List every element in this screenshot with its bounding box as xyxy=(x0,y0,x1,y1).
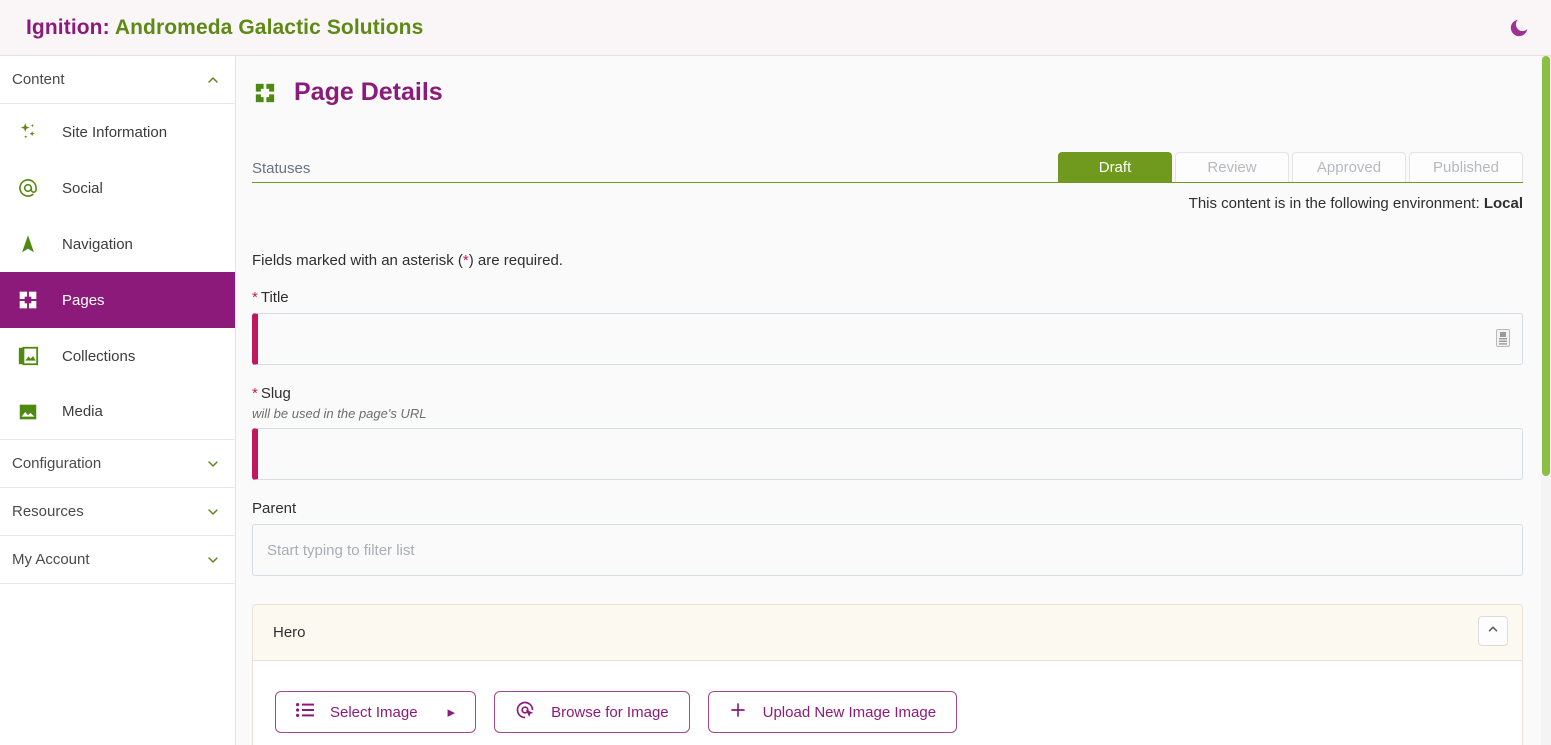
sidebar-group-label: My Account xyxy=(12,551,90,568)
parent-filter-input[interactable] xyxy=(253,525,1522,575)
hero-panel-header: Hero xyxy=(253,605,1522,661)
select-image-button[interactable]: Select Image ▸ xyxy=(275,691,477,733)
list-icon xyxy=(296,703,314,721)
sidebar-group-resources[interactable]: Resources xyxy=(0,488,235,536)
statuses-label: Statuses xyxy=(252,160,311,177)
hero-panel: Hero Select Image ▸ Browse for Image Upl… xyxy=(252,604,1523,745)
slug-input[interactable] xyxy=(258,429,1522,479)
page-title: Page Details xyxy=(294,78,443,106)
upload-new-image-label: Upload New Image Image xyxy=(762,703,937,721)
brand-site-name: Andromeda Galactic Solutions xyxy=(114,15,424,39)
page-scrollbar-thumb[interactable] xyxy=(1542,56,1550,476)
pages-icon xyxy=(12,286,44,314)
parent-input-wrapper xyxy=(252,524,1523,576)
moon-icon[interactable] xyxy=(1507,16,1531,40)
chevron-up-icon xyxy=(1486,622,1500,641)
sidebar-item-label: Pages xyxy=(62,291,105,309)
title-input[interactable] xyxy=(258,314,1522,364)
status-tab-draft[interactable]: Draft xyxy=(1058,152,1172,182)
text-entry-icon[interactable] xyxy=(1496,329,1512,349)
sidebar-item-media[interactable]: Media xyxy=(0,384,235,440)
sidebar-group-label: Configuration xyxy=(12,455,102,472)
browse-for-image-button[interactable]: Browse for Image xyxy=(494,691,690,733)
environment-name: Local xyxy=(1483,195,1523,212)
page-header: Page Details xyxy=(236,56,1545,107)
sidebar-item-pages[interactable]: Pages xyxy=(0,272,235,328)
slug-input-wrapper xyxy=(252,428,1523,480)
status-tab-review[interactable]: Review xyxy=(1175,152,1289,182)
hero-panel-body: Select Image ▸ Browse for Image Upload N… xyxy=(253,661,1522,745)
chevron-down-icon xyxy=(205,504,221,520)
browse-for-image-label: Browse for Image xyxy=(551,703,669,721)
sidebar-item-label: Social xyxy=(62,179,103,197)
target-cursor-icon xyxy=(515,700,535,724)
sidebar-item-label: Media xyxy=(62,403,103,420)
upload-new-image-button[interactable]: Upload New Image Image xyxy=(707,691,958,733)
sidebar-item-social[interactable]: Social xyxy=(0,160,235,216)
select-image-label: Select Image xyxy=(330,703,418,721)
environment-note: This content is in the following environ… xyxy=(236,195,1523,212)
hero-panel-collapse-button[interactable] xyxy=(1478,616,1508,646)
sidebar-item-navigation[interactable]: Navigation xyxy=(0,216,235,272)
field-slug-hint: will be used in the page's URL xyxy=(252,406,427,421)
field-label-text: Title xyxy=(260,289,289,306)
sidebar-group-my-account[interactable]: My Account xyxy=(0,536,235,584)
field-parent: Parent xyxy=(252,500,1523,576)
required-asterisk: * xyxy=(252,385,258,402)
brand-app-name: Ignition: xyxy=(26,15,110,39)
title-input-wrapper xyxy=(252,313,1523,365)
sidebar-group-label: Content xyxy=(12,71,65,88)
field-title: * Title xyxy=(252,289,1523,365)
page-details-form: Fields marked with an asterisk ( * ) are r… xyxy=(236,212,1545,576)
chevron-up-icon xyxy=(205,72,221,88)
sidebar-group-configuration[interactable]: Configuration xyxy=(0,440,235,488)
field-title-label: * Title xyxy=(252,289,1523,306)
sidebar-item-label: Collections xyxy=(62,347,136,365)
navigation-arrow-icon xyxy=(12,230,44,258)
chevron-down-icon xyxy=(205,456,221,472)
required-note-after: ) are required. xyxy=(468,252,563,269)
top-bar: Ignition: Andromeda Galactic Solutions xyxy=(0,0,1551,56)
sidebar-item-label: Site Information xyxy=(62,123,168,141)
sidebar-group-content[interactable]: Content xyxy=(0,56,235,104)
plus-icon xyxy=(729,701,747,723)
hero-panel-title: Hero xyxy=(273,624,306,641)
brand-title: Ignition: Andromeda Galactic Solutions xyxy=(26,16,423,40)
at-sign-icon xyxy=(12,174,44,202)
status-tab-approved[interactable]: Approved xyxy=(1292,152,1406,182)
media-image-icon xyxy=(12,398,44,426)
field-slug-label: * Slug xyxy=(252,385,1523,402)
field-parent-label: Parent xyxy=(252,500,297,517)
caret-right-icon: ▸ xyxy=(447,704,456,721)
required-note-before: Fields marked with an asterisk ( xyxy=(252,252,463,269)
statuses-underline xyxy=(252,182,1523,183)
sidebar-group-label: Resources xyxy=(12,503,84,520)
sidebar-item-collections[interactable]: Collections xyxy=(0,328,235,384)
field-label-text: Slug xyxy=(260,385,291,402)
field-slug: * Slug will be used in the page's URL xyxy=(252,385,1523,480)
collections-images-icon xyxy=(12,342,44,370)
status-tabs: Draft Review Approved Published xyxy=(1058,152,1523,182)
sidebar-item-label: Navigation xyxy=(62,235,133,253)
required-asterisk: * xyxy=(252,289,258,306)
statuses-row: Statuses Draft Review Approved Published xyxy=(252,145,1523,183)
pages-icon xyxy=(254,81,276,104)
sparkles-icon xyxy=(12,118,44,146)
environment-note-prefix: This content is in the following environ… xyxy=(1188,195,1480,212)
main-content: Page Details Statuses Draft Review Appro… xyxy=(236,56,1545,745)
page-scrollbar[interactable] xyxy=(1541,56,1551,745)
status-tab-published[interactable]: Published xyxy=(1409,152,1523,182)
chevron-down-icon xyxy=(205,552,221,568)
sidebar-item-site-information[interactable]: Site Information xyxy=(0,104,235,160)
required-fields-note: Fields marked with an asterisk (*) are r… xyxy=(252,252,1523,269)
sidebar: Content Site Information Social Navigati… xyxy=(0,56,236,745)
